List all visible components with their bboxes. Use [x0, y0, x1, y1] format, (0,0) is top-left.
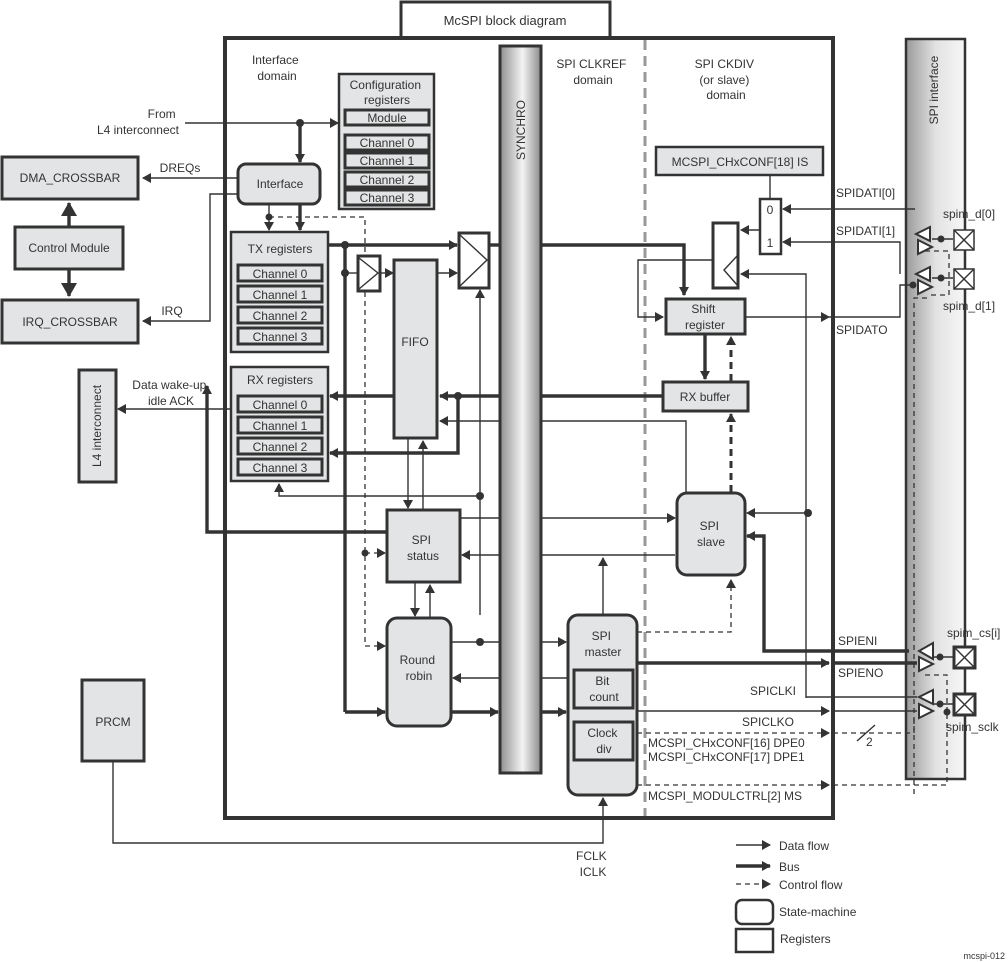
spiclko-label: SPICLKO — [742, 715, 794, 729]
legend: Data flow Bus Control flow State-machine… — [734, 839, 857, 954]
prcm-block: PRCM — [80, 678, 146, 763]
fclk-iclk-label: FCLK ICLK — [576, 849, 610, 879]
svg-text:RX registers: RX registers — [247, 373, 313, 387]
svg-text:Channel 3: Channel 3 — [360, 191, 415, 205]
irq-crossbar-block: IRQ_CROSSBAR — [0, 298, 140, 345]
legend-state-machine-shape — [734, 898, 775, 926]
legend-bus-label: Bus — [779, 860, 800, 874]
pin-cs-label: spim_cs[i] — [947, 626, 1000, 640]
legend-registers-shape — [734, 927, 775, 954]
diagram-title: McSPI block diagram — [444, 13, 567, 28]
svg-text:Channel 2: Channel 2 — [253, 309, 308, 323]
svg-text:Channel 0: Channel 0 — [253, 398, 308, 412]
svg-text:TX registers: TX registers — [248, 242, 313, 256]
dma-crossbar-block: DMA_CROSSBAR — [0, 155, 140, 201]
spi-master-block: SPI master Bit count Clock div — [566, 613, 639, 797]
svg-text:Channel 1: Channel 1 — [253, 419, 308, 433]
tx-large-mux — [457, 231, 491, 290]
svg-text:1: 1 — [767, 236, 774, 250]
svg-text:Channel 3: Channel 3 — [253, 461, 308, 475]
svg-text:RX buffer: RX buffer — [680, 390, 730, 404]
synchro-label: SYNCHRO — [514, 100, 528, 160]
round-robin-block: Round robin — [385, 616, 453, 728]
dpe1-label: MCSPI_CHxCONF[17] DPE1 — [648, 750, 805, 764]
configuration-registers-block: Configuration registers Module Channel 0… — [337, 72, 436, 211]
svg-text:Channel 1: Channel 1 — [253, 288, 308, 302]
spi-slave-block: SPI slave — [675, 491, 747, 577]
l4-interconnect-block: L4 interconnect — [77, 368, 118, 484]
svg-text:Module: Module — [367, 111, 407, 125]
svg-text:Channel 0: Channel 0 — [360, 136, 415, 150]
spidati1-label: SPIDATI[1] — [836, 224, 895, 238]
title-box: McSPI block diagram — [399, 0, 612, 40]
tx-registers-block: TX registers Channel 0 Channel 1 Channel… — [229, 230, 330, 354]
svg-text:FIFO: FIFO — [401, 335, 428, 349]
spidati0-label: SPIDATI[0] — [836, 186, 895, 200]
pin-sclk-label: spim_sclk — [946, 720, 1000, 734]
mcspi-block-diagram: McSPI block diagram Interface domain SPI… — [0, 0, 1005, 961]
tx-small-mux — [356, 254, 382, 293]
input-mux: 0 1 — [758, 197, 783, 256]
svg-text:MCSPI_CHxCONF[18] IS: MCSPI_CHxCONF[18] IS — [672, 155, 809, 169]
spi-status-block: SPI status — [385, 508, 462, 584]
legend-control-flow-label: Control flow — [779, 878, 843, 892]
svg-text:Channel 1: Channel 1 — [360, 154, 415, 168]
rx-buffer-block: RX buffer — [661, 380, 750, 413]
control-module-block: Control Module — [13, 225, 125, 271]
from-l4-label: From L4 interconnect — [97, 107, 180, 137]
spi-interface-label: SPI interface — [927, 55, 941, 124]
synchro-block: SYNCHRO — [498, 44, 543, 775]
spieni-label: SPIENI — [838, 634, 877, 648]
dpe0-label: MCSPI_CHxCONF[16] DPE0 — [648, 736, 805, 750]
bus-width-label: 2 — [866, 735, 873, 749]
legend-registers-label: Registers — [780, 932, 831, 946]
sampling-latch — [711, 221, 740, 290]
svg-text:Interface: Interface — [257, 177, 304, 191]
svg-text:Channel 2: Channel 2 — [253, 440, 308, 454]
svg-text:IRQ_CROSSBAR: IRQ_CROSSBAR — [22, 315, 118, 329]
interface-block: Interface — [236, 162, 322, 206]
dreqs-label: DREQs — [160, 161, 201, 175]
wakeup-label: Data wake-up idle ACK — [132, 378, 209, 408]
irq-label: IRQ — [161, 304, 182, 318]
svg-text:0: 0 — [767, 203, 774, 217]
is-register: MCSPI_CHxCONF[18] IS — [654, 145, 825, 177]
ms-label: MCSPI_MODULCTRL[2] MS — [648, 789, 802, 803]
figure-id: mcspi-012 — [963, 951, 1005, 961]
legend-data-flow-label: Data flow — [779, 839, 829, 853]
pin-d0-label: spim_d[0] — [943, 207, 995, 221]
svg-text:Control Module: Control Module — [28, 241, 110, 255]
shift-register-block: Shift register — [664, 297, 747, 336]
ckdiv-domain-label: SPI CKDIV (or slave) domain — [695, 57, 758, 102]
clkref-domain-label: SPI CLKREF domain — [556, 57, 629, 87]
spidato-label: SPIDATO — [836, 323, 888, 337]
svg-text:Channel 0: Channel 0 — [253, 267, 308, 281]
legend-state-machine-label: State-machine — [779, 905, 857, 919]
svg-text:L4 interconnect: L4 interconnect — [90, 384, 104, 467]
pin-d1-label: spim_d[1] — [943, 299, 995, 313]
spiclki-label: SPICLKI — [750, 684, 796, 698]
svg-text:Channel 2: Channel 2 — [360, 173, 415, 187]
fifo-block: FIFO — [392, 258, 439, 440]
svg-text:DMA_CROSSBAR: DMA_CROSSBAR — [20, 171, 121, 185]
spieno-label: SPIENO — [838, 666, 883, 680]
svg-text:Channel 3: Channel 3 — [253, 330, 308, 344]
interface-domain-label: Interface domain — [252, 53, 302, 83]
irq-line — [142, 193, 237, 326]
svg-text:PRCM: PRCM — [95, 715, 130, 729]
rx-registers-block: RX registers Channel 0 Channel 1 Channel… — [229, 365, 330, 483]
